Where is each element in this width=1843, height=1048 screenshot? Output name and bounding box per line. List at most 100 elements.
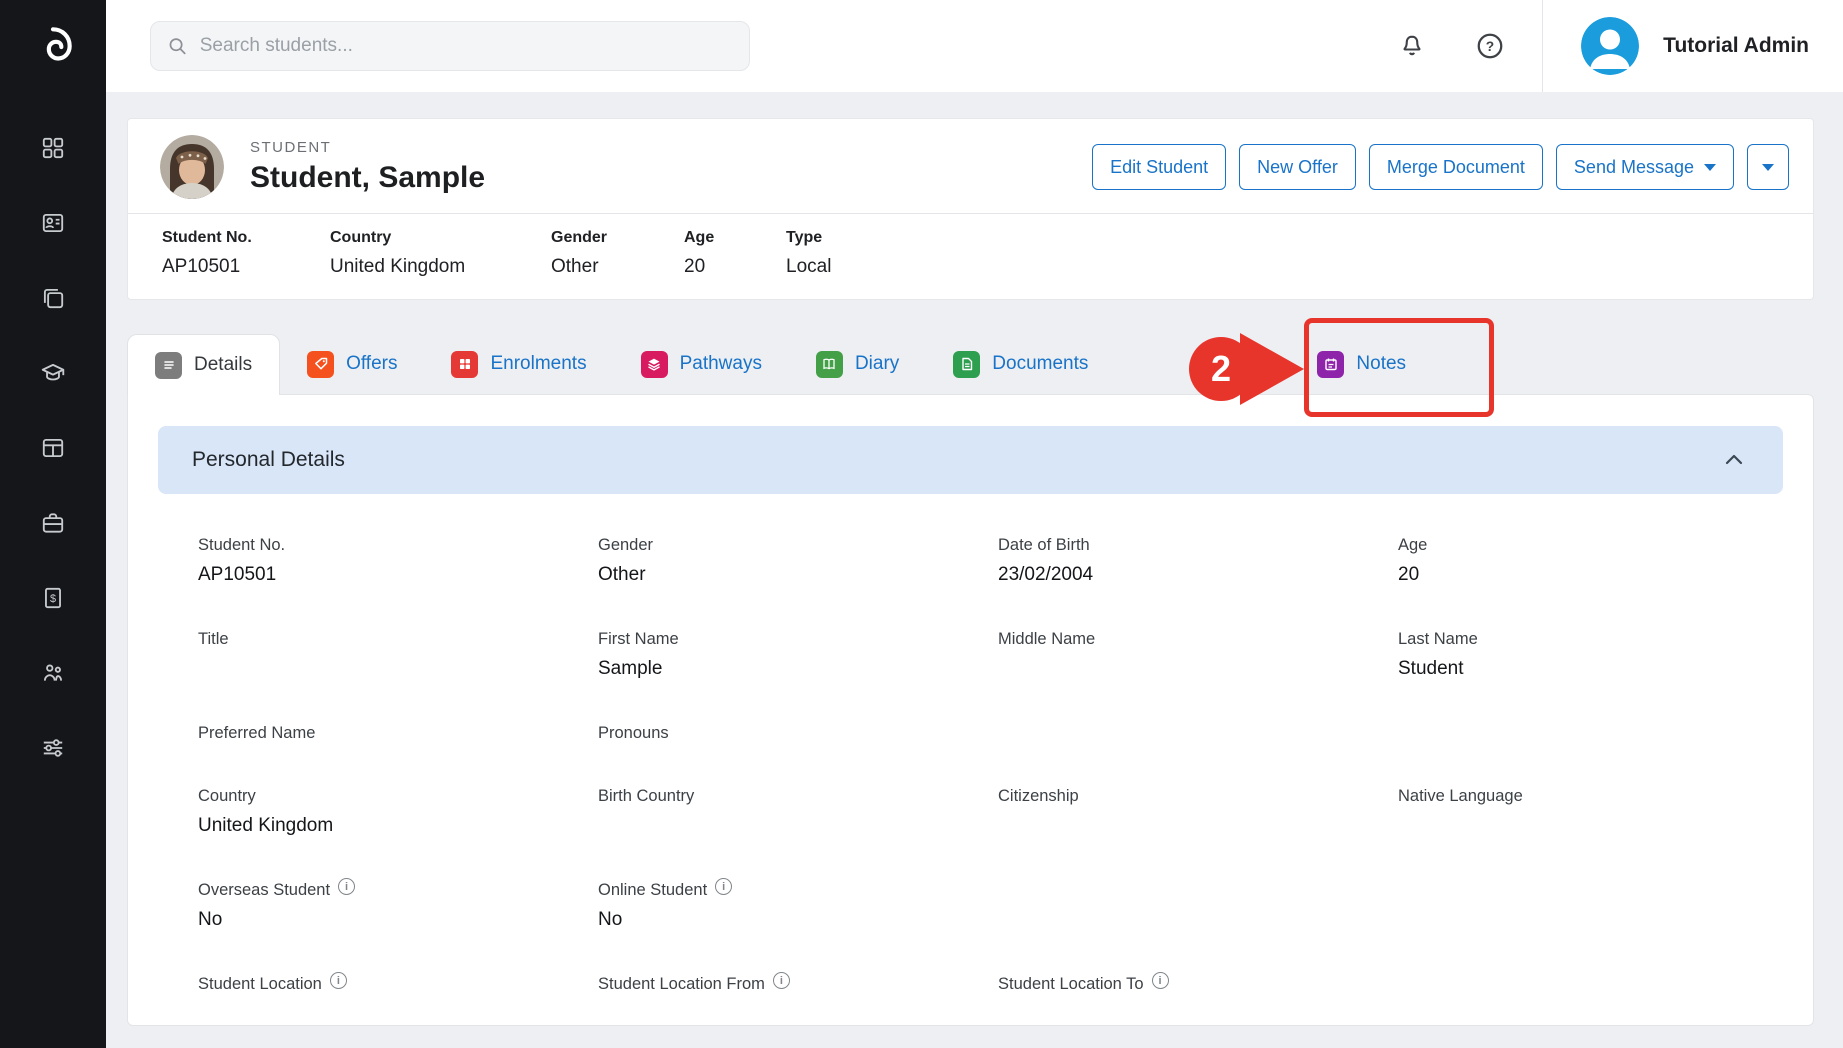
field-label: Title — [198, 630, 574, 649]
sidebar-item-jobs[interactable] — [39, 509, 67, 537]
field-value: No — [598, 909, 974, 931]
field-label-text: Online Student — [598, 881, 707, 900]
merge-document-label: Merge Document — [1387, 157, 1525, 178]
tab-notes[interactable]: Notes — [1290, 334, 1433, 394]
info-tooltip-icon[interactable]: i — [715, 878, 732, 895]
logo-swirl-icon — [28, 21, 78, 71]
chevron-down-icon — [1762, 164, 1774, 171]
tab-offers[interactable]: Offers — [280, 334, 424, 394]
user-avatar — [1581, 17, 1639, 75]
info-country: Country United Kingdom — [330, 229, 551, 278]
student-header-top: STUDENT Student, Sample Edit Student New… — [128, 119, 1813, 213]
send-message-label: Send Message — [1574, 157, 1694, 178]
field-value: 23/02/2004 — [998, 564, 1374, 586]
field-student-location-to: Student Location Toi — [998, 975, 1398, 994]
student-title: STUDENT Student, Sample — [250, 139, 485, 195]
student-name: Student, Sample — [250, 161, 485, 195]
sidebar-item-settings[interactable] — [39, 734, 67, 762]
info-value: Other — [551, 256, 684, 278]
edit-student-label: Edit Student — [1110, 157, 1208, 178]
info-value: Local — [786, 256, 831, 278]
diary-icon — [816, 351, 843, 378]
personal-details-header[interactable]: Personal Details — [158, 426, 1783, 494]
graduation-cap-icon — [40, 360, 66, 386]
info-tooltip-icon[interactable]: i — [330, 972, 347, 989]
field-label-text: Pronouns — [598, 724, 669, 743]
field-preferred-name: Preferred Name — [198, 724, 598, 743]
field-label-text: Overseas Student — [198, 881, 330, 900]
tab-label: Offers — [346, 353, 397, 375]
field-age: Age 20 — [1398, 536, 1798, 586]
student-header-card: STUDENT Student, Sample Edit Student New… — [127, 118, 1814, 300]
info-tooltip-icon[interactable]: i — [773, 972, 790, 989]
sidebar-nav: $ — [0, 92, 106, 762]
dashboard-icon — [40, 135, 66, 161]
student-overline: STUDENT — [250, 139, 485, 156]
field-label-text: Middle Name — [998, 630, 1095, 649]
chevron-down-icon — [1704, 164, 1716, 171]
sidebar-item-invoices[interactable]: $ — [39, 584, 67, 612]
field-value: United Kingdom — [198, 815, 574, 837]
send-message-button[interactable]: Send Message — [1556, 144, 1734, 190]
field-last-name: Last Name Student — [1398, 630, 1798, 680]
field-row: Preferred Name Pronouns — [198, 724, 1813, 743]
field-label-text: Age — [1398, 536, 1427, 555]
tab-details[interactable]: Details — [127, 334, 280, 395]
info-tooltip-icon[interactable]: i — [338, 878, 355, 895]
notifications-button[interactable] — [1394, 28, 1430, 64]
field-label-text: Student Location From — [598, 975, 765, 994]
tab-label: Documents — [992, 353, 1088, 375]
sidebar-item-people[interactable] — [39, 659, 67, 687]
field-student-location: Student Locationi — [198, 975, 598, 994]
student-search[interactable] — [150, 21, 750, 71]
personal-details-fields: Student No. AP10501 Gender Other Date of… — [128, 494, 1813, 994]
tab-diary[interactable]: Diary — [789, 334, 926, 394]
info-label: Age — [684, 229, 786, 247]
sidebar-item-contacts[interactable] — [39, 209, 67, 237]
sidebar-item-courses[interactable] — [39, 359, 67, 387]
new-offer-button[interactable]: New Offer — [1239, 144, 1356, 190]
field-label: Native Language — [1398, 787, 1774, 806]
search-input[interactable] — [200, 35, 733, 57]
user-avatar-icon — [1581, 17, 1639, 75]
contact-card-icon — [40, 210, 66, 236]
pathways-icon — [641, 351, 668, 378]
info-tooltip-icon[interactable]: i — [1152, 972, 1169, 989]
sidebar-item-tables[interactable] — [39, 434, 67, 462]
field-label-text: Citizenship — [998, 787, 1079, 806]
field-overseas-student: Overseas Student i No — [198, 881, 598, 931]
field-student-location-from: Student Location From i — [598, 975, 998, 994]
more-actions-button[interactable] — [1747, 144, 1789, 190]
svg-text:?: ? — [1486, 39, 1494, 54]
collapse-button[interactable] — [1719, 445, 1749, 475]
sidebar-item-dashboard[interactable] — [39, 134, 67, 162]
sidebar-item-pages[interactable] — [39, 284, 67, 312]
tab-pathways[interactable]: Pathways — [614, 334, 789, 394]
field-label: Citizenship — [998, 787, 1374, 806]
edit-student-button[interactable]: Edit Student — [1092, 144, 1226, 190]
table-icon — [40, 435, 66, 461]
field-label-text: Birth Country — [598, 787, 694, 806]
student-photo-image — [160, 135, 224, 199]
info-student-no: Student No. AP10501 — [162, 229, 330, 278]
app-logo[interactable] — [0, 0, 106, 92]
field-label-text: Country — [198, 787, 256, 806]
help-button[interactable]: ? — [1472, 28, 1508, 64]
field-label-text: Date of Birth — [998, 536, 1090, 555]
field-label: Online Student i — [598, 881, 974, 900]
sidebar: $ — [0, 0, 106, 1048]
field-label: Student No. — [198, 536, 574, 555]
copy-pages-icon — [40, 285, 66, 311]
field-value: No — [198, 909, 574, 931]
user-menu[interactable]: Tutorial Admin — [1543, 17, 1843, 75]
tab-enrolments[interactable]: Enrolments — [424, 334, 613, 394]
field-label-text: Preferred Name — [198, 724, 315, 743]
field-row: Country United Kingdom Birth Country Cit… — [198, 787, 1813, 837]
field-label-text: Native Language — [1398, 787, 1523, 806]
field-country: Country United Kingdom — [198, 787, 598, 837]
field-label-text: Title — [198, 630, 229, 649]
merge-document-button[interactable]: Merge Document — [1369, 144, 1543, 190]
field-student-no: Student No. AP10501 — [198, 536, 598, 586]
tab-documents[interactable]: Documents — [926, 334, 1115, 394]
student-info-row: Student No. AP10501 Country United Kingd… — [128, 213, 1813, 278]
